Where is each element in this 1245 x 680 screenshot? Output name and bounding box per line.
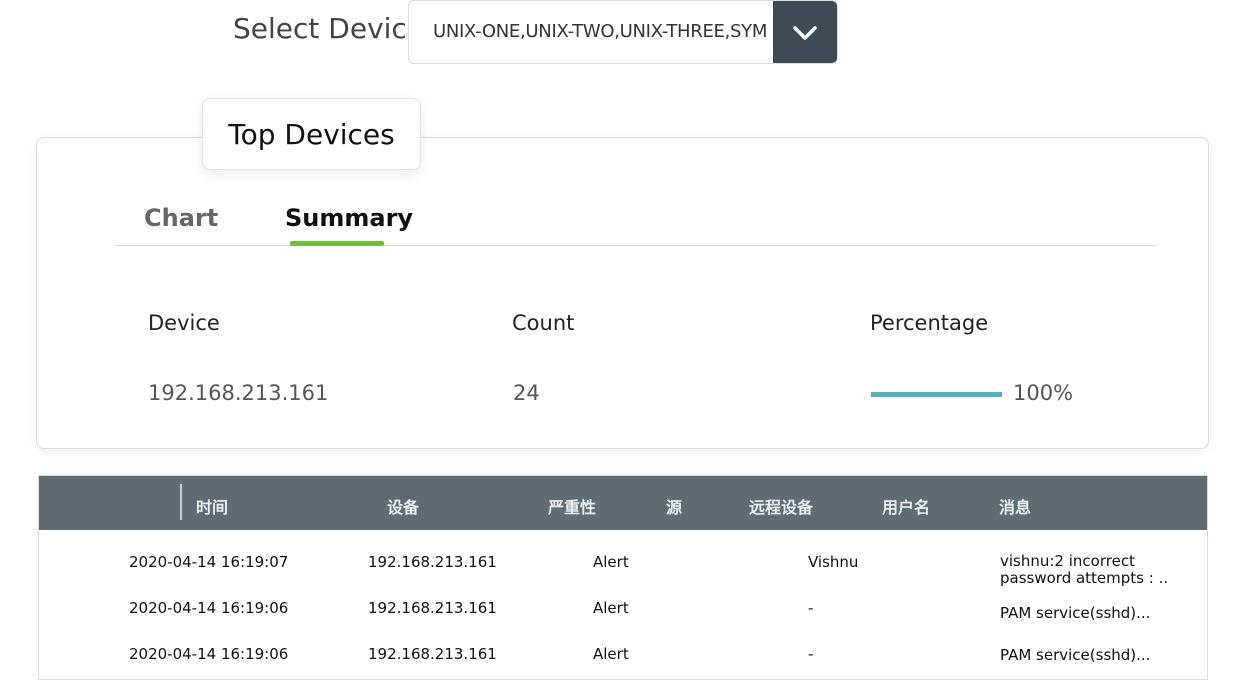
cell-message: vishnu:2 incorrect password attempts : .… [1000,552,1169,587]
chevron-down-icon [793,26,817,40]
column-header-device[interactable]: 设备 [387,494,419,518]
cell-device: 192.168.213.161 [368,553,497,571]
cell-time: 2020-04-14 16:19:06 [129,599,289,617]
column-header-message[interactable]: 消息 [999,494,1031,518]
cell-device: 192.168.213.161 [368,645,497,663]
column-header-percentage: Percentage [870,311,989,335]
column-header-username[interactable]: 用户名 [882,494,930,518]
device-value: 192.168.213.161 [148,381,329,405]
cell-message: PAM service(sshd)... [1000,604,1151,622]
cell-time: 2020-04-14 16:19:07 [129,553,289,571]
cell-user: - [808,645,814,663]
cell-severity: Alert [593,645,629,663]
column-header-remote-device[interactable]: 远程设备 [749,494,813,518]
active-tab-indicator [290,241,384,246]
tab-chart[interactable]: Chart [144,204,218,232]
select-device-label: Select Device [233,12,425,45]
count-value: 24 [513,381,540,405]
events-table: 时间 设备 严重性 源 远程设备 用户名 消息 2020-04-14 16:19… [38,475,1208,680]
cell-severity: Alert [593,553,629,571]
cell-device: 192.168.213.161 [368,599,497,617]
column-header-device: Device [148,311,220,335]
cell-severity: Alert [593,599,629,617]
card-title: Top Devices [202,98,421,170]
percentage-bar-fill [871,392,1002,397]
column-header-source[interactable]: 源 [666,494,682,518]
device-select-value: UNIX-ONE,UNIX-TWO,UNIX-THREE,SYM [433,21,768,42]
table-header: 时间 设备 严重性 源 远程设备 用户名 消息 [39,476,1207,530]
percentage-bar [871,392,1002,397]
tab-summary[interactable]: Summary [285,204,413,232]
column-header-count: Count [512,311,575,335]
column-header-severity[interactable]: 严重性 [548,494,596,518]
column-header-time[interactable]: 时间 [196,494,228,518]
column-resize-handle[interactable] [180,484,182,520]
cell-time: 2020-04-14 16:19:06 [129,645,289,663]
device-select-toggle[interactable] [773,1,837,63]
cell-message: PAM service(sshd)... [1000,646,1151,664]
cell-user: - [808,599,814,617]
cell-user: Vishnu [808,553,859,571]
tab-divider [115,245,1156,246]
percentage-value: 100% [1013,381,1074,405]
device-select[interactable]: UNIX-ONE,UNIX-TWO,UNIX-THREE,SYM [408,0,838,64]
